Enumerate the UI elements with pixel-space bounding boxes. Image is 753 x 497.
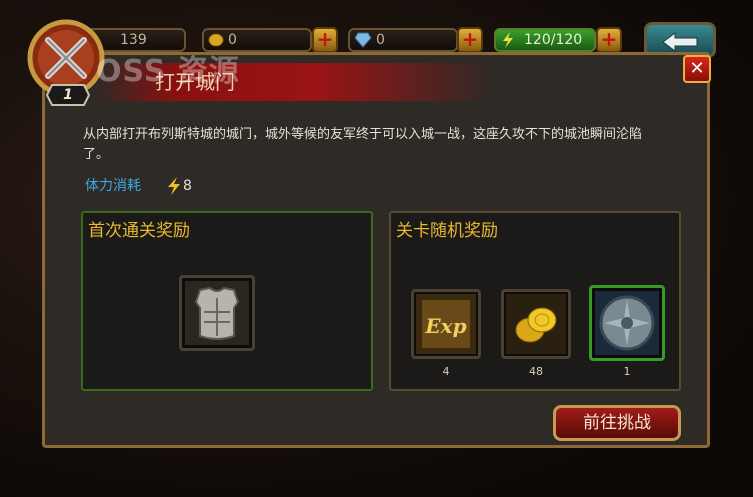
exp-text: Exp <box>424 314 466 338</box>
player-level-badge: 1 <box>46 84 90 106</box>
stage-description: 从内部打开布列斯特城的城门，城外等候的友军终于可以入城一战，这座久攻不下的城池瞬… <box>83 127 643 162</box>
diamond-icon <box>354 32 372 48</box>
random-reward-panel: 关卡随机奖励 Exp 4 48 1 <box>389 211 681 391</box>
diamond-value: 0 <box>376 32 385 48</box>
watermark: OSS 资源 <box>96 54 240 89</box>
chest-armor-icon <box>185 281 249 345</box>
stamina-display: 120/120 <box>494 28 596 52</box>
first-clear-reward-panel: 首次通关奖励 <box>81 211 373 391</box>
lightning-icon <box>503 32 513 48</box>
diamond-display: 0 <box>348 28 458 52</box>
reward-slot-gold[interactable] <box>501 289 571 359</box>
cost-label: 体力消耗 <box>85 178 141 194</box>
stone-orb-icon <box>595 291 659 355</box>
player-level: 1 <box>63 87 73 103</box>
stone-count: 1 <box>623 365 631 378</box>
exp-count: 4 <box>442 365 450 378</box>
reward-slot-exp[interactable]: Exp <box>411 289 481 359</box>
add-diamond-button[interactable]: + <box>457 27 483 53</box>
stamina-value: 120/120 <box>524 32 583 48</box>
add-gold-button[interactable]: + <box>312 27 338 53</box>
reward-slot-stone[interactable] <box>589 285 665 361</box>
lightning-icon <box>168 177 180 195</box>
challenge-button[interactable]: 前往挑战 <box>553 405 681 441</box>
first-clear-title: 首次通关奖励 <box>88 221 190 241</box>
gold-count: 48 <box>529 365 543 378</box>
reward-slot-armor[interactable] <box>179 275 255 351</box>
add-stamina-button[interactable]: + <box>596 27 622 53</box>
close-button[interactable]: ✕ <box>683 55 711 83</box>
cost-value: 8 <box>183 178 192 194</box>
stage-dialog: 打开城门 ✕ 从内部打开布列斯特城的城门，城外等候的友军终于可以入城一战，这座久… <box>42 52 711 448</box>
random-reward-title: 关卡随机奖励 <box>396 221 498 241</box>
gold-coins-icon <box>506 294 566 354</box>
back-arrow-icon <box>662 32 698 52</box>
exp-icon: Exp <box>416 294 476 354</box>
